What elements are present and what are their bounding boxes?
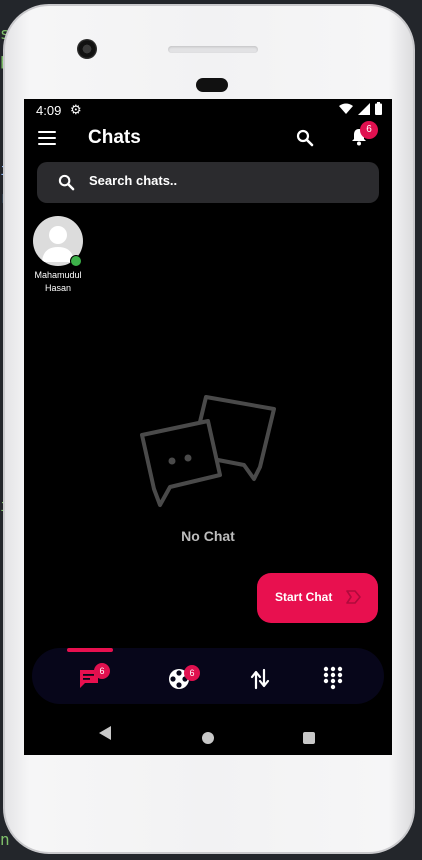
app-bar: Chats 6: [24, 121, 392, 153]
online-status-dot: [70, 255, 82, 267]
dialpad-icon: [323, 666, 343, 690]
online-user-name: Mahamudul Hasan: [34, 270, 82, 293]
back-icon[interactable]: [98, 725, 112, 741]
gear-icon: ⚙: [70, 102, 82, 117]
chat-bubbles-icon: [140, 395, 276, 507]
bottom-navigation: 6 6: [32, 648, 384, 704]
recent-apps-icon[interactable]: [303, 732, 315, 744]
battery-icon: [375, 102, 382, 115]
active-tab-indicator: [67, 648, 113, 652]
earpiece: [196, 78, 228, 92]
status-bar: 4:09 ⚙: [24, 99, 392, 123]
search-input[interactable]: Search chats..: [89, 173, 177, 188]
start-chat-button[interactable]: Start Chat: [257, 573, 378, 623]
online-user-item[interactable]: Mahamudul Hasan: [30, 216, 86, 295]
signal-icon: [358, 102, 370, 115]
chats-badge: 6: [94, 663, 110, 679]
home-icon[interactable]: [202, 732, 214, 744]
front-camera: [77, 39, 97, 59]
notification-badge: 6: [360, 121, 378, 139]
speaker-grille: [168, 46, 258, 53]
status-time: 4:09: [36, 103, 62, 118]
app-screen: 4:09 ⚙ Chats 6 Search chats.. Mahamudul …: [24, 99, 392, 755]
search-icon[interactable]: [296, 129, 314, 147]
send-arrow-icon: [346, 590, 361, 604]
empty-state: [136, 389, 281, 519]
tab-dialpad[interactable]: [320, 662, 350, 690]
page-title: Chats: [88, 127, 141, 148]
search-icon: [58, 174, 75, 191]
system-navigation-bar: [24, 705, 392, 755]
start-chat-label: Start Chat: [275, 590, 333, 604]
empty-state-label: No Chat: [181, 528, 235, 544]
hamburger-menu-icon[interactable]: [38, 131, 56, 145]
notification-button[interactable]: 6: [350, 121, 378, 151]
tab-media[interactable]: 6: [166, 662, 200, 690]
tab-transfer[interactable]: [247, 662, 277, 690]
tab-chats[interactable]: 6: [76, 662, 110, 690]
wifi-icon: [339, 103, 353, 114]
media-badge: 6: [184, 665, 200, 681]
swap-arrows-icon: [250, 668, 270, 690]
search-bar[interactable]: Search chats..: [37, 162, 379, 203]
